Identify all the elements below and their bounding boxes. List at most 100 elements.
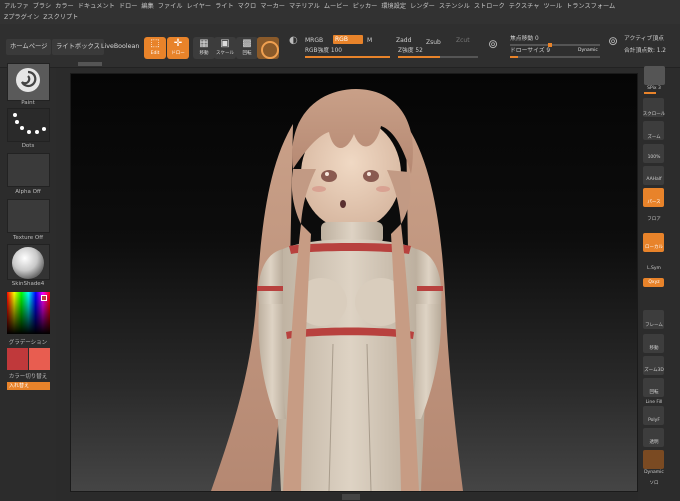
rotate-button[interactable]: ▩ 回転 — [236, 37, 258, 59]
m-button[interactable]: M — [367, 37, 372, 45]
draw-button[interactable]: ✛ ドロー — [167, 37, 189, 59]
zadd-button[interactable]: Zadd — [396, 37, 411, 45]
focal-shift-slider[interactable]: 焦点移動 0 — [510, 35, 539, 43]
homepage-button[interactable]: ホームページ — [6, 39, 52, 55]
alpha-button[interactable] — [7, 153, 50, 187]
texture-button[interactable] — [7, 199, 50, 233]
gizmo-button[interactable] — [257, 37, 279, 59]
focal-icon: ⊚ — [488, 37, 499, 51]
points-icon: ⊚ — [608, 34, 619, 48]
scroll-label: スクロール — [642, 112, 666, 117]
aahalf-label: AAHalf — [646, 177, 662, 182]
primary-color-swatch[interactable] — [7, 348, 28, 370]
menu-transform[interactable]: トランスフォーム — [566, 1, 619, 12]
menu-row-main: アルファ ブラシ カラー ドキュメント ドロー 編集 ファイル レイヤー ライト… — [4, 1, 619, 12]
menu-picker[interactable]: ピッカー — [353, 1, 382, 12]
dynamic-label: Dynamic — [644, 470, 664, 475]
linefill-label: Line Fill — [645, 400, 663, 405]
floor-label[interactable]: フロア — [640, 216, 668, 222]
menu-file[interactable]: ファイル — [158, 1, 187, 12]
dynamic-button[interactable] — [643, 450, 664, 469]
menu-draw[interactable]: ドロー — [119, 1, 142, 12]
color-switch-label: カラー切り替え — [8, 374, 48, 380]
draw-size-fill — [510, 56, 518, 58]
edit-icon: ⬚ — [150, 38, 160, 49]
z-intensity-slider[interactable]: Z強度 52 — [398, 47, 423, 55]
menu-stroke[interactable]: ストローク — [474, 1, 509, 12]
polyf-label: PolyF — [648, 418, 660, 423]
aahalf-button[interactable] — [643, 166, 664, 185]
dynamic-toggle[interactable]: Dynamic — [578, 48, 598, 53]
frame-label: フレーム — [645, 323, 663, 328]
bpr-button[interactable] — [644, 66, 665, 85]
brush-label: Paint — [21, 100, 35, 106]
menu-light[interactable]: ライト — [215, 1, 238, 12]
menu-edit[interactable]: 編集 — [141, 1, 157, 12]
move-button[interactable]: ▦ 移動 — [193, 37, 215, 59]
transparent-label: 透明 — [649, 440, 659, 445]
material-button[interactable] — [7, 244, 50, 280]
swap-colors-button[interactable]: 入れ替え — [7, 382, 50, 390]
rgb-intensity-slider[interactable]: RGB強度 100 — [305, 47, 342, 55]
brush-icon — [16, 68, 40, 92]
menu-marker[interactable]: マーカー — [260, 1, 289, 12]
menu-tool[interactable]: ツール — [543, 1, 566, 12]
menu-document[interactable]: ドキュメント — [78, 1, 119, 12]
stroke-button[interactable] — [7, 108, 50, 142]
brush-button[interactable] — [7, 63, 50, 101]
menu-zscript[interactable]: Zスクリプト — [43, 12, 82, 23]
edit-button[interactable]: ⬚ Edit — [144, 37, 166, 59]
bottom-collapse-tab[interactable] — [342, 494, 360, 500]
menu-bar: アルファ ブラシ カラー ドキュメント ドロー 編集 ファイル レイヤー ライト… — [0, 0, 680, 24]
active-points-label: アクティブ頂点 — [624, 36, 664, 42]
lsym-label[interactable]: L.Sym — [640, 266, 668, 271]
menu-stencil[interactable]: ステンシル — [439, 1, 474, 12]
left-shelf-scroll[interactable] — [78, 62, 102, 66]
menu-color[interactable]: カラー — [55, 1, 78, 12]
draw-icon: ✛ — [173, 38, 183, 49]
scale-button[interactable]: ▣ スケール — [214, 37, 236, 59]
spix-label[interactable]: SPix 3 — [640, 86, 668, 91]
menu-render[interactable]: レンダー — [410, 1, 439, 12]
z-intensity-fill — [398, 56, 440, 58]
rgb-button[interactable]: RGB — [333, 35, 363, 44]
right-shelf: SPix 3 スクロール ズーム 100% AAHalf パース フロア ローカ… — [640, 66, 680, 501]
menu-zplugin[interactable]: Zプラグイン — [4, 12, 43, 23]
menu-material[interactable]: マテリアル — [289, 1, 324, 12]
menu-texture[interactable]: テクスチャ — [509, 1, 544, 12]
draw-size-track[interactable] — [510, 56, 600, 58]
menu-preferences[interactable]: 環境設定 — [381, 1, 410, 12]
secondary-color-swatch[interactable] — [29, 348, 50, 370]
left-shelf: Paint Dots Alpha Off Texture Off SkinSha… — [0, 62, 102, 501]
color-picker-cursor — [41, 295, 47, 301]
menu-brush[interactable]: ブラシ — [33, 1, 55, 12]
menu-movie[interactable]: ムービー — [324, 1, 353, 12]
zcut-button[interactable]: Zcut — [456, 37, 470, 45]
menu-alpha[interactable]: アルファ — [4, 1, 33, 12]
stroke-dots-icon — [13, 113, 46, 134]
draw-size-slider[interactable]: ドローサイズ 9 — [510, 47, 550, 55]
spix-slider[interactable] — [644, 92, 656, 94]
menu-layer[interactable]: レイヤー — [187, 1, 216, 12]
bottom-strip — [70, 493, 638, 501]
material-sphere-icon — [12, 247, 44, 279]
move-view-label: 移動 — [649, 346, 659, 351]
zoom3d-label: ズーム3D — [644, 368, 664, 373]
menu-macro[interactable]: マクロ — [238, 1, 261, 12]
rotate-view-label: 回転 — [649, 390, 659, 395]
zsub-button[interactable]: Zsub — [426, 39, 441, 47]
texture-label: Texture Off — [12, 235, 43, 241]
actual-size-button[interactable] — [643, 144, 664, 163]
stroke-label: Dots — [21, 143, 35, 149]
move-icon: ▦ — [199, 38, 209, 49]
focal-shift-track[interactable] — [510, 44, 600, 46]
canvas-viewport[interactable] — [70, 73, 638, 492]
local-label: ローカル — [645, 245, 663, 250]
mrgb-button[interactable]: MRGB — [305, 37, 323, 45]
xyz-label: Qxyz — [648, 280, 660, 285]
scale-icon: ▣ — [220, 38, 230, 49]
liveboolean-button[interactable]: LiveBoolean — [97, 39, 143, 55]
solo-label[interactable]: ソロ — [640, 480, 668, 486]
color-picker[interactable] — [7, 292, 50, 334]
material-label: SkinShade4 — [11, 281, 45, 287]
